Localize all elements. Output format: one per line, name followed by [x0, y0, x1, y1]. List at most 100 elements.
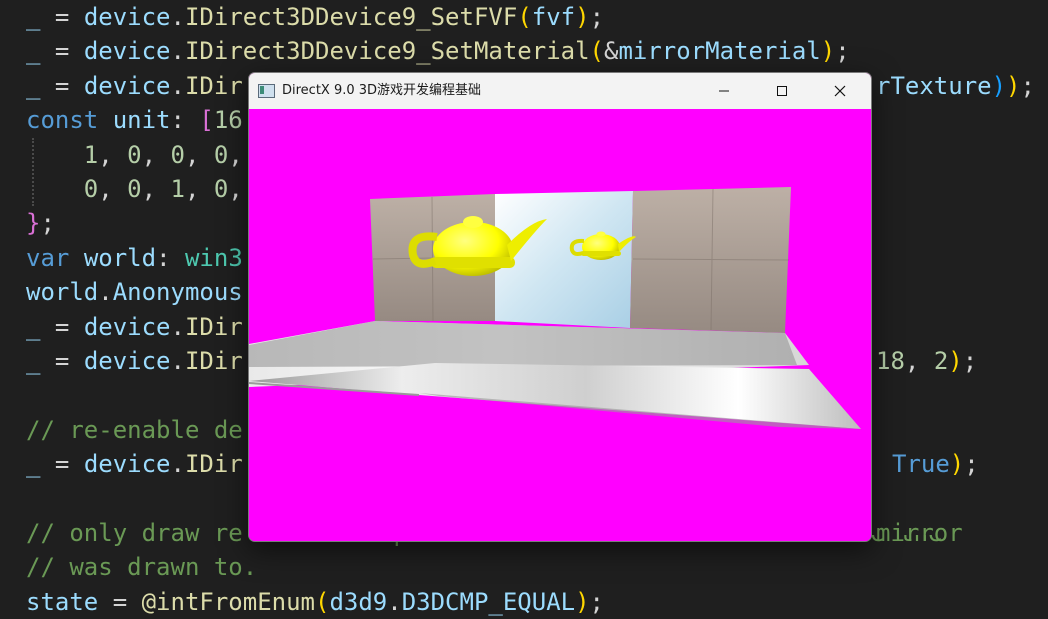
- code-line: _ = device.IDirect3DDevice9_SetMaterial(…: [26, 34, 850, 68]
- code-token: ): [949, 450, 965, 479]
- code-token: device: [83, 347, 171, 375]
- floor-front: [249, 363, 861, 429]
- code-token: 0: [83, 175, 99, 203]
- code-line: 0, 0, 1, 0,: [26, 172, 243, 206]
- maximize-icon: [777, 86, 787, 96]
- code-token: ): [575, 3, 590, 31]
- code-token: ;: [40, 209, 55, 238]
- code-token: (: [517, 3, 532, 31]
- code-line-fragment: rTexture));: [876, 69, 1035, 103]
- code-token: ): [575, 587, 590, 616]
- code-token: =: [40, 312, 84, 341]
- code-token: 0: [213, 140, 229, 169]
- code-token: (: [589, 37, 604, 66]
- code-token: ;: [1020, 71, 1035, 100]
- code-token: _: [26, 450, 41, 479]
- indent-guide: [32, 137, 34, 207]
- code-token: ,: [228, 140, 243, 169]
- code-token: 18: [876, 347, 905, 375]
- code-token: device: [83, 450, 171, 479]
- code-token: state: [26, 587, 99, 616]
- code-line-fragment: 18, 2);: [876, 344, 977, 378]
- code-token: const: [26, 106, 99, 135]
- code-token: unit: [112, 106, 171, 135]
- code-token: 0: [127, 175, 142, 203]
- code-token: _: [26, 71, 41, 100]
- close-button[interactable]: [811, 73, 869, 109]
- code-token: world: [26, 278, 99, 307]
- code-token: var: [26, 243, 70, 272]
- code-line: world.Anonymous: [26, 275, 243, 309]
- minimize-button[interactable]: [695, 73, 753, 109]
- mirror-pane: [495, 191, 633, 328]
- code-token: &: [604, 37, 619, 66]
- code-line: const unit: [16: [26, 103, 243, 137]
- code-token: ,: [904, 347, 934, 375]
- code-token: fvf: [531, 3, 576, 31]
- window-title: DirectX 9.0 3D游戏开发编程基础: [282, 83, 482, 98]
- code-token: ;: [964, 450, 979, 479]
- code-line: _ = device.IDir: [26, 344, 243, 378]
- code-token: 1: [170, 175, 185, 203]
- code-token: device: [83, 312, 171, 341]
- code-token: IDir: [184, 347, 243, 375]
- code-token: mirrorMaterial: [618, 37, 821, 66]
- code-line: _ = device.IDir: [26, 69, 243, 103]
- close-icon: [834, 85, 846, 97]
- minimize-icon: [719, 90, 729, 92]
- code-line: // was drawn to.: [26, 550, 257, 584]
- code-line: _ = device.IDir: [26, 310, 243, 344]
- code-token: device: [83, 71, 171, 100]
- code-token: _: [26, 347, 41, 375]
- code-token: rTexture: [876, 71, 992, 100]
- code-token: D3DCMP_EQUAL: [401, 587, 576, 616]
- code-line: var world: win3: [26, 241, 243, 275]
- code-token: =: [98, 587, 142, 616]
- render-viewport[interactable]: [249, 109, 871, 541]
- code-token: True: [892, 450, 950, 479]
- maximize-button[interactable]: [753, 73, 811, 109]
- code-token: .: [170, 71, 185, 100]
- code-token: .: [170, 347, 185, 375]
- code-token: IDirect3DDevice9_SetMaterial: [184, 37, 590, 66]
- code-token: // only draw re: [26, 519, 243, 547]
- code-line: _ = device.IDirect3DDevice9_SetFVF(fvf);: [26, 0, 604, 34]
- code-token: =: [40, 37, 84, 66]
- code-token: .: [387, 587, 402, 616]
- code-line: // only draw re: [26, 516, 243, 550]
- code-token: ): [820, 37, 836, 66]
- code-token: d3d9: [329, 587, 388, 616]
- code-token: 0: [170, 140, 185, 169]
- code-line: state = @intFromEnum(d3d9.D3DCMP_EQUAL);: [26, 585, 604, 619]
- directx-window[interactable]: DirectX 9.0 3D游戏开发编程基础: [248, 72, 872, 542]
- code-token: ,: [98, 175, 128, 203]
- code-token: ,: [184, 175, 214, 203]
- app-icon: [258, 84, 275, 98]
- code-token: 1: [83, 140, 99, 169]
- code-line: // re-enable de: [26, 413, 243, 447]
- code-token: ,: [141, 140, 171, 169]
- code-token: _: [26, 37, 41, 66]
- code-line: };: [26, 206, 55, 240]
- code-token: .: [170, 37, 185, 66]
- code-token: _: [26, 3, 41, 31]
- code-token: Anonymous: [112, 278, 243, 307]
- title-bar[interactable]: DirectX 9.0 3D游戏开发编程基础: [249, 73, 871, 109]
- mirror-scene: [249, 187, 861, 429]
- code-token: IDir: [184, 312, 243, 341]
- code-line-fragment: True);: [892, 447, 979, 481]
- code-token: ,: [98, 140, 128, 169]
- code-token: 2: [933, 347, 949, 375]
- code-token: IDir: [184, 450, 243, 479]
- code-token: win3: [184, 243, 243, 272]
- code-token: .: [98, 278, 113, 307]
- code-token: device: [83, 3, 171, 31]
- code-token: ): [948, 347, 963, 375]
- code-token: .: [170, 3, 185, 31]
- code-token: @intFromEnum: [141, 587, 315, 616]
- code-token: // was drawn to.: [26, 553, 258, 582]
- code-token: =: [40, 347, 84, 375]
